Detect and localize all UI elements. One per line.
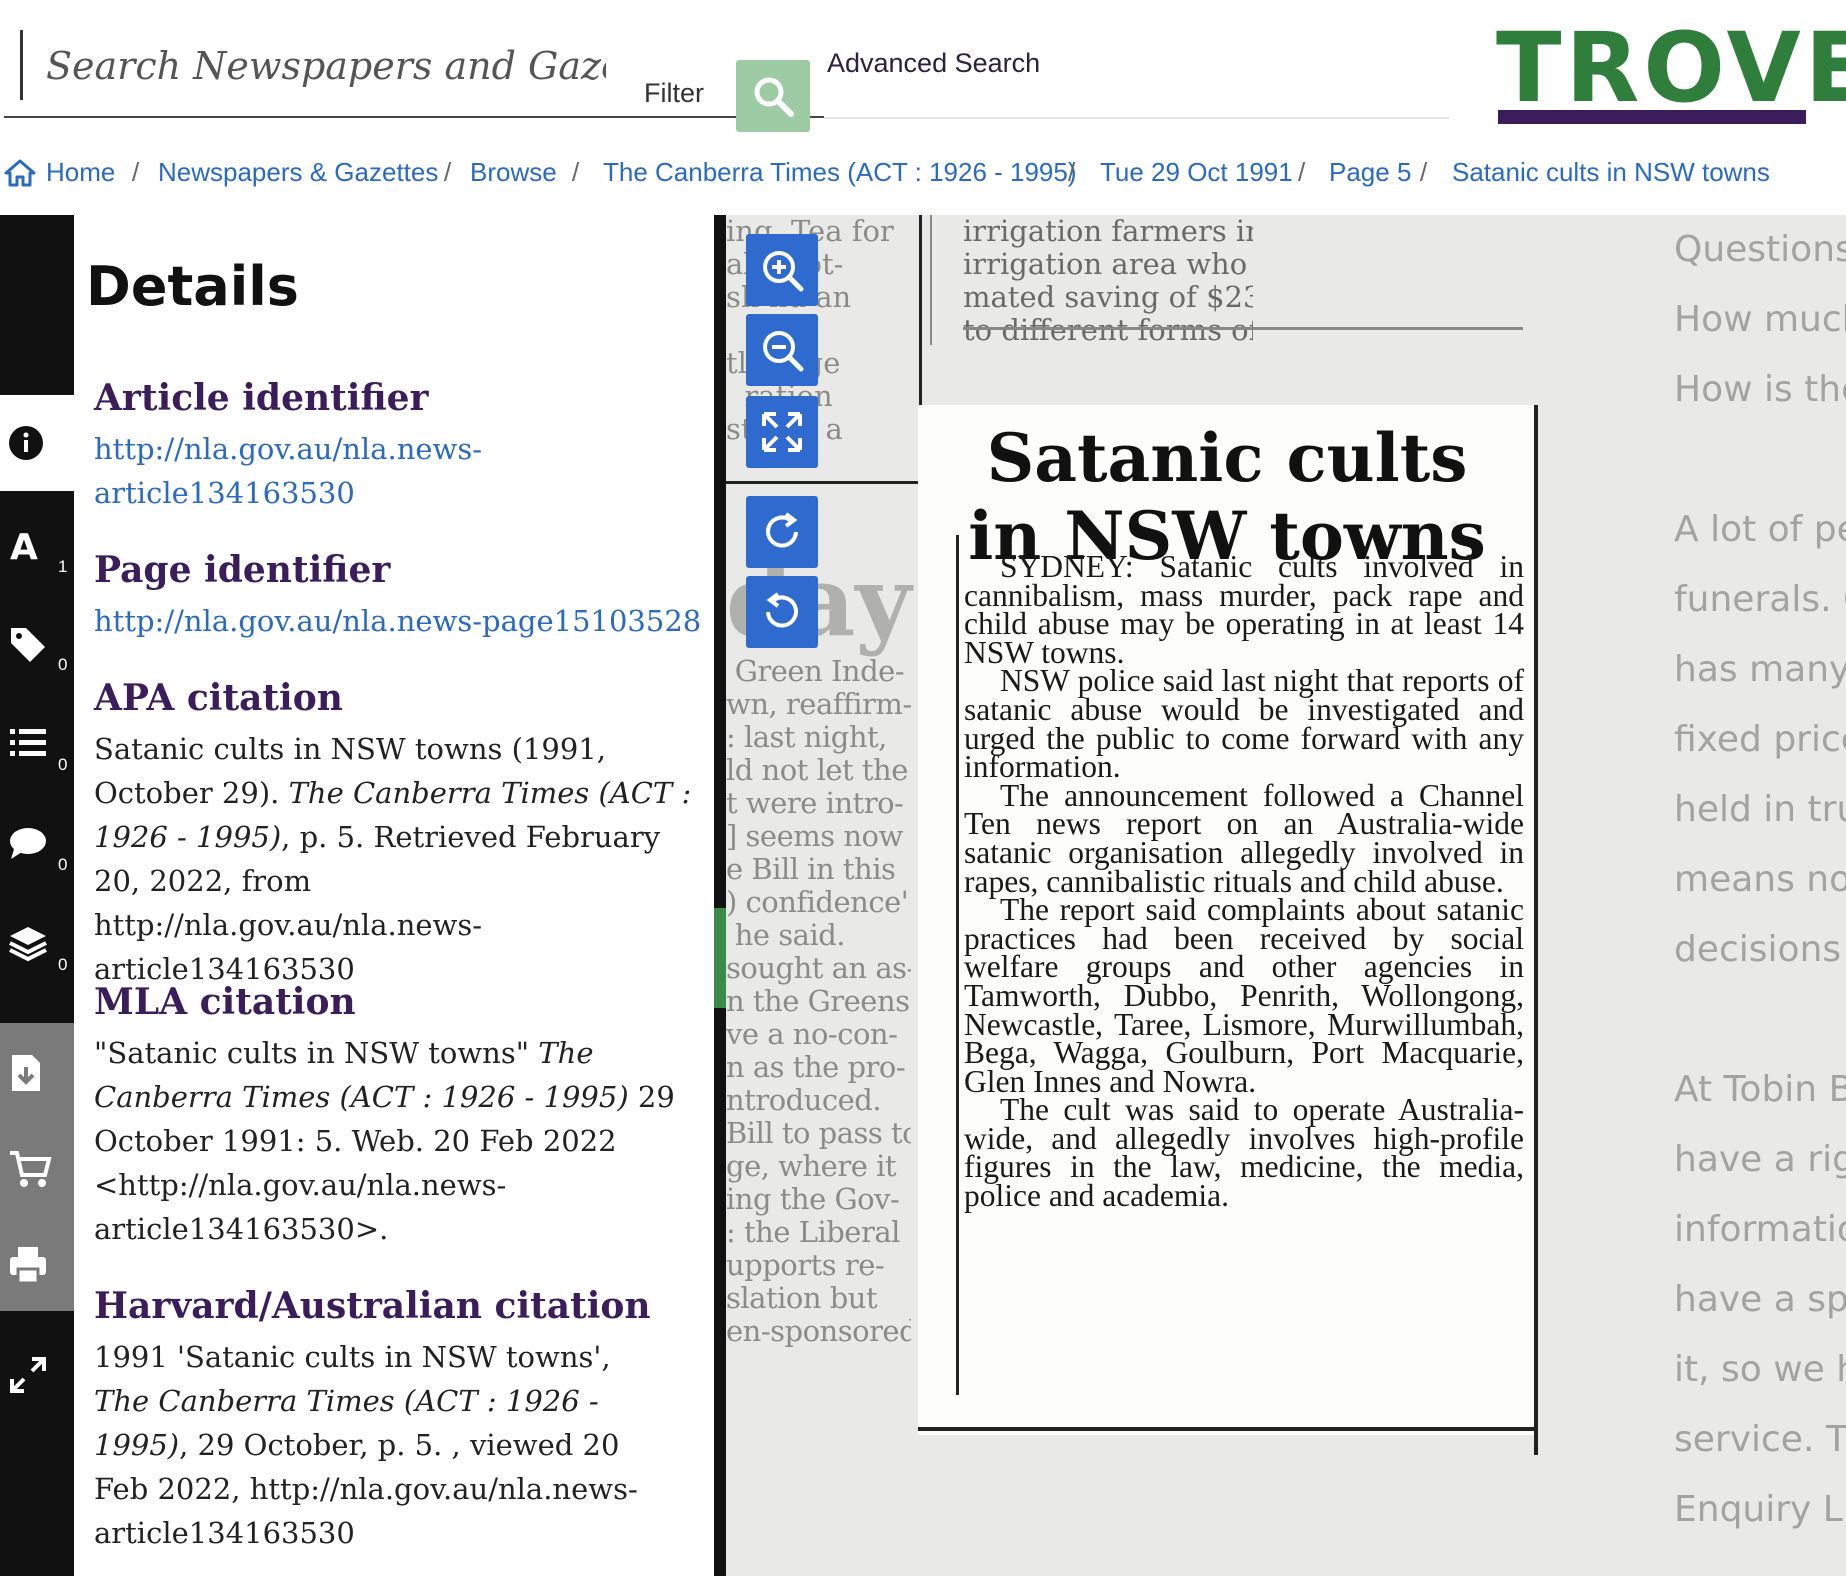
rail-badge: 0 bbox=[58, 655, 68, 674]
mla-citation-text: "Satanic cults in NSW towns" The Canberr… bbox=[94, 1036, 675, 1246]
article-border bbox=[1534, 405, 1538, 1455]
rail-badge: 0 bbox=[58, 955, 68, 974]
article-border bbox=[956, 535, 959, 1395]
adjacent-article-text: irrigation farmers in the Murrumbidgee i… bbox=[963, 215, 1253, 347]
article-border bbox=[918, 1427, 1538, 1431]
breadcrumb-page[interactable]: Page 5 bbox=[1329, 157, 1411, 188]
zoom-out-button[interactable] bbox=[746, 314, 818, 386]
comment-icon bbox=[10, 828, 46, 859]
trove-logo[interactable]: TROVE bbox=[1496, 16, 1846, 126]
rail-badge: 1 bbox=[58, 557, 68, 576]
breadcrumb-separator: / bbox=[1298, 157, 1306, 187]
zoom-out-icon bbox=[763, 331, 804, 372]
panel-resize-handle[interactable] bbox=[714, 908, 726, 1008]
rail-versions-button[interactable]: 0 bbox=[0, 895, 74, 991]
article-body: SYDNEY: Satanic cults involved in cannib… bbox=[964, 549, 1524, 1214]
breadcrumb-newspapers[interactable]: Newspapers & Gazettes bbox=[158, 157, 438, 188]
print-icon bbox=[10, 1247, 46, 1285]
header: Filter Advanced Search TROVE Home / News… bbox=[0, 0, 1846, 215]
apa-citation-text: Satanic cults in NSW towns (1991, Octobe… bbox=[94, 732, 692, 986]
breadcrumb-title[interactable]: The Canberra Times (ACT : 1926 - 1995) bbox=[603, 157, 1077, 188]
search-bar: Filter bbox=[4, 30, 824, 132]
breadcrumb-article[interactable]: Satanic cults in NSW towns bbox=[1452, 157, 1770, 188]
mla-citation-heading: MLA citation bbox=[94, 981, 356, 1023]
apa-citation-heading: APA citation bbox=[94, 677, 343, 719]
breadcrumb-separator: / bbox=[1420, 157, 1428, 187]
zoom-in-icon bbox=[763, 251, 804, 292]
breadcrumb-browse[interactable]: Browse bbox=[470, 157, 557, 188]
layers-icon bbox=[9, 927, 47, 962]
rail-comments-button[interactable]: 0 bbox=[0, 795, 74, 891]
rail-print-button[interactable] bbox=[0, 1215, 74, 1311]
tag-icon bbox=[11, 628, 45, 662]
rail-info-button[interactable] bbox=[0, 395, 74, 491]
breadcrumb: Home / Newspapers & Gazettes / Browse / … bbox=[0, 155, 1846, 195]
adjacent-article-text: Green Inde- wn, reaffirm- : last night, … bbox=[726, 655, 911, 1348]
text-cursor bbox=[20, 30, 23, 100]
article-identifier-link[interactable]: http://nla.gov.au/nla.news-article134163… bbox=[94, 432, 482, 510]
rail-fullscreen-button[interactable] bbox=[0, 1325, 74, 1421]
info-icon bbox=[9, 426, 43, 460]
page-identifier-link[interactable]: http://nla.gov.au/nla.news-page15103528 bbox=[94, 604, 701, 638]
home-icon bbox=[4, 159, 36, 187]
page-identifier-heading: Page identifier bbox=[94, 549, 391, 591]
rail-lists-button[interactable]: 0 bbox=[0, 695, 74, 791]
header-divider bbox=[824, 117, 1449, 119]
rotate-left-button[interactable] bbox=[746, 576, 818, 648]
breadcrumb-separator: / bbox=[572, 157, 580, 187]
rail-download-button[interactable] bbox=[0, 1023, 74, 1119]
fit-to-screen-button[interactable] bbox=[746, 396, 818, 468]
advanced-search-link[interactable]: Advanced Search bbox=[827, 48, 1040, 79]
text-correction-icon: A bbox=[10, 527, 38, 563]
search-button[interactable] bbox=[736, 60, 810, 132]
breadcrumb-separator: / bbox=[444, 157, 452, 187]
panel-divider[interactable] bbox=[714, 215, 726, 1576]
rail-badge: 0 bbox=[58, 755, 68, 774]
fullscreen-icon bbox=[10, 1357, 46, 1393]
download-icon bbox=[12, 1055, 40, 1091]
logo-bar bbox=[1498, 110, 1806, 124]
details-title: Details bbox=[86, 255, 299, 318]
breadcrumb-issue[interactable]: Tue 29 Oct 1991 bbox=[1100, 157, 1293, 188]
list-icon bbox=[10, 729, 46, 756]
adjacent-article-text: Questions How much How is the A lot of p… bbox=[1674, 229, 1846, 1530]
newspaper-viewer[interactable]: ing, Tea for al a cot- sh nd an tl eorge… bbox=[726, 215, 1846, 1576]
fit-screen-icon bbox=[762, 412, 802, 452]
harvard-citation-text: 1991 'Satanic cults in NSW towns', The C… bbox=[94, 1340, 638, 1550]
rotate-right-icon bbox=[766, 512, 798, 548]
rail-tags-button[interactable]: 0 bbox=[0, 595, 74, 691]
rail-cart-button[interactable] bbox=[0, 1119, 74, 1215]
zoom-in-button[interactable] bbox=[746, 234, 818, 306]
search-input[interactable] bbox=[46, 38, 606, 94]
harvard-citation-heading: Harvard/Australian citation bbox=[94, 1285, 651, 1327]
filter-button[interactable]: Filter bbox=[644, 78, 704, 109]
svg-text:A: A bbox=[10, 527, 38, 563]
search-icon bbox=[754, 77, 794, 117]
column-rule bbox=[726, 481, 922, 484]
details-panel: Details Article identifier http://nla.go… bbox=[74, 215, 714, 1576]
article-identifier-heading: Article identifier bbox=[94, 377, 429, 419]
rotate-left-icon bbox=[766, 592, 798, 628]
column-rule bbox=[930, 215, 932, 345]
rail-text-correction-button[interactable]: A 1 bbox=[0, 497, 74, 593]
logo-text: TROVE bbox=[1496, 12, 1846, 124]
breadcrumb-home[interactable]: Home bbox=[46, 157, 115, 188]
side-toolbar: A 1 0 0 0 0 bbox=[0, 215, 74, 1576]
column-rule bbox=[963, 327, 1523, 330]
rotate-right-button[interactable] bbox=[746, 496, 818, 568]
cart-icon bbox=[10, 1151, 52, 1187]
breadcrumb-separator: / bbox=[132, 157, 140, 187]
rail-badge: 0 bbox=[58, 855, 68, 874]
breadcrumb-separator: / bbox=[1068, 157, 1076, 187]
